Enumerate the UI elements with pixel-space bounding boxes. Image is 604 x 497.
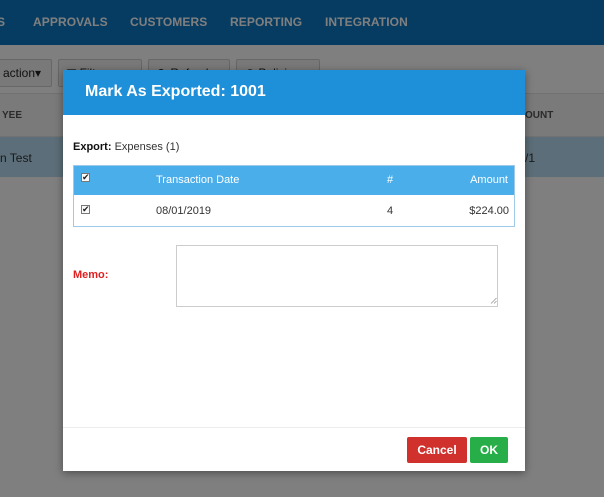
column-header-amount[interactable]: Amount (470, 174, 508, 186)
memo-input[interactable] (176, 245, 498, 307)
memo-label: Memo: (73, 269, 109, 281)
dialog-footer-divider (63, 427, 525, 428)
select-all-checkbox[interactable]: ✔ (81, 173, 90, 182)
export-value: Expenses (1) (114, 141, 180, 153)
transaction-date: 08/01/2019 (156, 205, 212, 217)
table-header-row: ✔ Transaction Date # Amount (74, 166, 514, 195)
mark-as-exported-dialog: Mark As Exported: 1001 Export: Expenses … (63, 70, 525, 471)
transactions-table: ✔ Transaction Date # Amount ✔ 08/01/2019… (73, 165, 515, 227)
export-summary: Export: Expenses (1) (73, 141, 179, 153)
row-checkbox[interactable]: ✔ (81, 205, 90, 214)
column-header-number[interactable]: # (387, 174, 393, 186)
ok-button[interactable]: OK (470, 437, 508, 463)
cancel-button[interactable]: Cancel (407, 437, 467, 463)
dialog-title: Mark As Exported: 1001 (85, 83, 266, 100)
transaction-number: 4 (387, 205, 394, 217)
transaction-amount: $224.00 (469, 205, 509, 217)
dialog-header: Mark As Exported: 1001 (63, 70, 525, 115)
table-row[interactable]: ✔ 08/01/2019 4 $224.00 (74, 195, 514, 226)
column-header-transaction-date[interactable]: Transaction Date (156, 174, 239, 186)
export-label: Export: (73, 141, 112, 153)
